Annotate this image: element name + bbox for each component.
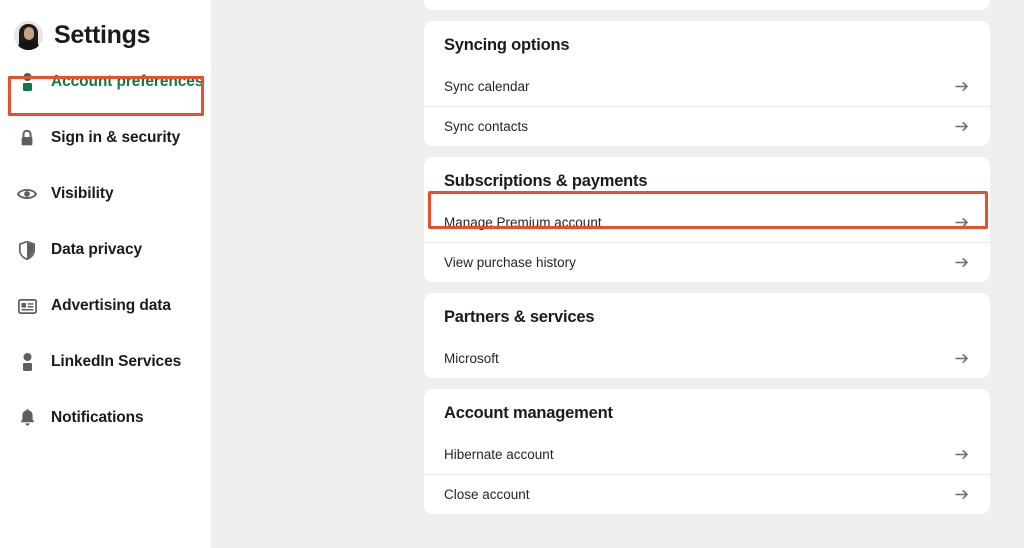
- row-hibernate-account[interactable]: Hibernate account: [424, 434, 990, 474]
- card-partial-top: [424, 0, 990, 10]
- settings-page: Settings Account preferences Sign in & s…: [0, 0, 1024, 548]
- row-label: Sync calendar: [444, 78, 530, 94]
- sidebar-item-account-preferences[interactable]: Account preferences: [0, 62, 211, 102]
- avatar-face: [23, 26, 34, 40]
- sidebar-item-label: Advertising data: [51, 297, 171, 314]
- sidebar-item-linkedin-services[interactable]: LinkedIn Services: [0, 342, 211, 382]
- arrow-right-icon: [953, 350, 970, 367]
- arrow-right-icon: [953, 486, 970, 503]
- card-account-management: Account management Hibernate account Clo…: [424, 389, 990, 514]
- arrow-right-icon: [953, 446, 970, 463]
- row-label: Close account: [444, 487, 530, 502]
- arrow-right-icon: [953, 254, 970, 271]
- sidebar: Settings Account preferences Sign in & s…: [0, 0, 211, 548]
- arrow-right-icon: [953, 118, 970, 135]
- sidebar-item-visibility[interactable]: Visibility: [0, 174, 211, 214]
- sidebar-item-label: Notifications: [51, 409, 144, 426]
- row-label: View purchase history: [444, 255, 576, 270]
- sidebar-item-advertising-data[interactable]: Advertising data: [0, 286, 211, 326]
- bell-icon: [17, 408, 37, 428]
- main-content: Syncing options Sync calendar Sync conta…: [211, 0, 1024, 548]
- row-label: Hibernate account: [444, 446, 554, 462]
- sidebar-nav: Account preferences Sign in & security V…: [0, 62, 211, 438]
- person-icon: [17, 352, 37, 372]
- sidebar-item-data-privacy[interactable]: Data privacy: [0, 230, 211, 270]
- settings-header: Settings: [0, 0, 211, 52]
- id-card-icon: [17, 296, 37, 316]
- card-subscriptions-payments: Subscriptions & payments Manage Premium …: [424, 157, 990, 282]
- row-sync-calendar[interactable]: Sync calendar: [424, 66, 990, 106]
- sidebar-item-label: LinkedIn Services: [51, 353, 182, 370]
- arrow-right-icon: [953, 214, 970, 231]
- card-title: Subscriptions & payments: [444, 172, 648, 190]
- row-microsoft[interactable]: Microsoft: [424, 338, 990, 378]
- row-close-account[interactable]: Close account: [424, 474, 990, 514]
- row-label: Manage Premium account: [444, 214, 602, 230]
- sidebar-item-label: Visibility: [51, 185, 114, 202]
- lock-icon: [17, 128, 37, 148]
- sidebar-item-label: Account preferences: [51, 73, 204, 90]
- row-manage-premium-account[interactable]: Manage Premium account: [424, 202, 990, 242]
- card-partners-services: Partners & services Microsoft: [424, 293, 990, 378]
- card-title: Syncing options: [444, 36, 570, 54]
- arrow-right-icon: [953, 78, 970, 95]
- card-title: Partners & services: [444, 308, 595, 326]
- settings-card-column: Syncing options Sync calendar Sync conta…: [424, 0, 990, 525]
- row-view-purchase-history[interactable]: View purchase history: [424, 242, 990, 282]
- sidebar-item-notifications[interactable]: Notifications: [0, 398, 211, 438]
- sidebar-item-sign-in-security[interactable]: Sign in & security: [0, 118, 211, 158]
- avatar[interactable]: [14, 20, 43, 50]
- card-title: Account management: [444, 404, 613, 422]
- person-icon: [17, 72, 37, 92]
- eye-icon: [17, 184, 37, 204]
- row-sync-contacts[interactable]: Sync contacts: [424, 106, 990, 146]
- sidebar-item-label: Data privacy: [51, 241, 142, 258]
- row-label: Sync contacts: [444, 119, 529, 134]
- shield-icon: [17, 240, 37, 260]
- row-label: Microsoft: [444, 350, 499, 366]
- page-title: Settings: [54, 20, 151, 49]
- sidebar-item-label: Sign in & security: [51, 129, 181, 146]
- card-syncing-options: Syncing options Sync calendar Sync conta…: [424, 21, 990, 146]
